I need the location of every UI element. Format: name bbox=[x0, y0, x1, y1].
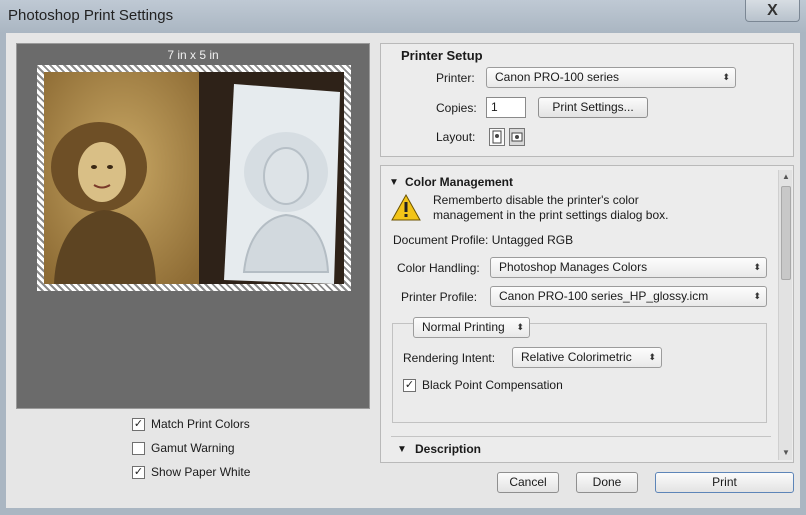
document-profile: Document Profile: Untagged RGB bbox=[393, 233, 574, 247]
color-management-group: ▼ Color Management Rememberto disable th… bbox=[380, 165, 794, 463]
black-point-label: Black Point Compensation bbox=[422, 378, 563, 392]
window-frame-right bbox=[800, 33, 806, 515]
scroll-thumb[interactable] bbox=[781, 186, 791, 280]
warning-line-2: management in the print settings dialog … bbox=[433, 208, 669, 222]
updown-arrow-icon: ⬍ bbox=[648, 352, 656, 362]
panel-scrollbar[interactable]: ▲ ▼ bbox=[778, 170, 792, 460]
gamut-warning-option[interactable]: Gamut Warning bbox=[132, 439, 235, 457]
printing-mode-value: Normal Printing bbox=[422, 320, 505, 334]
section-divider bbox=[391, 436, 771, 437]
color-management-title: Color Management bbox=[405, 175, 514, 189]
collapse-triangle-icon[interactable]: ▼ bbox=[389, 177, 399, 188]
gamut-warning-label: Gamut Warning bbox=[151, 441, 235, 455]
warning-icon bbox=[391, 194, 421, 221]
portrait-layout-icon[interactable] bbox=[489, 128, 505, 146]
preview-image bbox=[44, 72, 344, 284]
paper-border bbox=[37, 65, 351, 291]
updown-arrow-icon: ⬍ bbox=[753, 291, 761, 301]
copies-input[interactable]: 1 bbox=[486, 97, 526, 118]
printer-select[interactable]: Canon PRO-100 series ⬍ bbox=[486, 67, 736, 88]
description-title: Description bbox=[415, 442, 482, 456]
show-paper-white-label: Show Paper White bbox=[151, 465, 251, 479]
title-bar: Photoshop Print Settings X bbox=[0, 0, 806, 33]
window-title: Photoshop Print Settings bbox=[8, 7, 174, 24]
cancel-button[interactable]: Cancel bbox=[497, 472, 559, 493]
printer-label: Printer: bbox=[436, 71, 475, 85]
landscape-layout-icon[interactable] bbox=[509, 128, 525, 146]
printer-profile-select[interactable]: Canon PRO-100 series_HP_glossy.icm ⬍ bbox=[490, 286, 767, 307]
printer-value: Canon PRO-100 series bbox=[495, 70, 620, 84]
show-paper-white-checkbox[interactable]: ✓ bbox=[132, 465, 145, 479]
close-button[interactable]: X bbox=[745, 0, 800, 22]
updown-arrow-icon: ⬍ bbox=[722, 72, 730, 82]
scroll-down-arrow-icon[interactable]: ▼ bbox=[779, 446, 793, 460]
paper-size-label: 7 in x 5 in bbox=[167, 48, 219, 62]
color-handling-value: Photoshop Manages Colors bbox=[499, 260, 648, 274]
rendering-intent-select[interactable]: Relative Colorimetric ⬍ bbox=[512, 347, 662, 368]
printer-profile-value: Canon PRO-100 series_HP_glossy.icm bbox=[499, 289, 709, 303]
rendering-options-group: Normal Printing ⬍ Rendering Intent: Rela… bbox=[392, 317, 767, 423]
scroll-up-arrow-icon[interactable]: ▲ bbox=[779, 170, 793, 184]
layout-label: Layout: bbox=[436, 130, 476, 144]
printer-setup-group: Printer Setup Printer: Canon PRO-100 ser… bbox=[380, 43, 794, 157]
color-handling-label: Color Handling: bbox=[397, 261, 480, 275]
rendering-intent-label: Rendering Intent: bbox=[403, 351, 496, 365]
printer-profile-label: Printer Profile: bbox=[401, 290, 478, 304]
done-button[interactable]: Done bbox=[576, 472, 638, 493]
dialog-body: 7 in x 5 in ✓ Match Print Colors Gamut W… bbox=[6, 33, 800, 508]
printer-setup-title: Printer Setup bbox=[401, 48, 483, 63]
copies-label: Copies: bbox=[436, 101, 477, 115]
warning-line-1: Rememberto disable the printer's color bbox=[433, 193, 639, 207]
match-print-colors-option[interactable]: ✓ Match Print Colors bbox=[132, 415, 250, 433]
printing-mode-select[interactable]: Normal Printing ⬍ bbox=[413, 317, 530, 338]
black-point-option[interactable]: ✓ Black Point Compensation bbox=[403, 376, 563, 394]
print-preview-panel: 7 in x 5 in bbox=[16, 43, 370, 409]
gamut-warning-checkbox[interactable] bbox=[132, 441, 145, 455]
window-frame-bottom bbox=[0, 508, 806, 515]
black-point-checkbox[interactable]: ✓ bbox=[403, 378, 416, 392]
color-handling-select[interactable]: Photoshop Manages Colors ⬍ bbox=[490, 257, 767, 278]
match-print-colors-label: Match Print Colors bbox=[151, 417, 250, 431]
updown-arrow-icon: ⬍ bbox=[753, 262, 761, 272]
show-paper-white-option[interactable]: ✓ Show Paper White bbox=[132, 463, 250, 481]
print-settings-button[interactable]: Print Settings... bbox=[538, 97, 648, 118]
rendering-intent-value: Relative Colorimetric bbox=[521, 350, 632, 364]
updown-arrow-icon: ⬍ bbox=[516, 322, 524, 332]
collapse-triangle-icon[interactable]: ▼ bbox=[397, 444, 407, 455]
match-print-colors-checkbox[interactable]: ✓ bbox=[132, 417, 145, 431]
print-button[interactable]: Print bbox=[655, 472, 794, 493]
